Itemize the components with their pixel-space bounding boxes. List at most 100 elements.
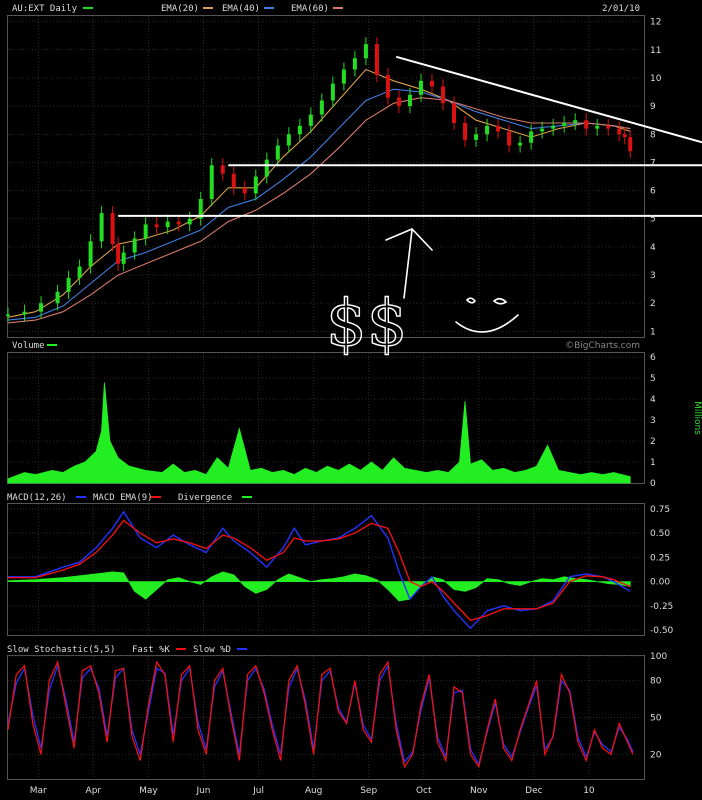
price-y-tick: 11 xyxy=(650,46,661,56)
stoch-y-tick: 50 xyxy=(650,714,662,724)
macd-ema-title: MACD EMA(9) xyxy=(93,493,153,503)
divergence-title: Divergence xyxy=(178,493,232,503)
stoch-y-tick: 100 xyxy=(650,652,667,662)
price-candle xyxy=(22,311,27,315)
price-candle xyxy=(363,44,368,59)
price-candle xyxy=(496,125,501,132)
price-candle xyxy=(407,94,412,107)
price-candle xyxy=(441,86,446,104)
volume-y-tick: 3 xyxy=(650,416,656,426)
stoch-title: Slow Stochastic(5,5) xyxy=(7,645,115,655)
ema40-label: EMA(40) xyxy=(222,4,260,14)
volume-y-tick: 0 xyxy=(650,479,656,489)
date-label: 2/01/10 xyxy=(602,4,640,14)
volume-title: Volume xyxy=(12,341,45,351)
volume-y-tick: 6 xyxy=(650,353,656,363)
price-candle xyxy=(231,173,236,188)
volume-ylabel: Millions xyxy=(692,401,702,435)
price-candle xyxy=(308,114,313,126)
x-tick-label: Sep xyxy=(360,786,377,796)
price-candle xyxy=(529,131,534,143)
stoch-slow-title: Slow %D xyxy=(193,645,231,655)
price-candle xyxy=(176,221,181,225)
price-candle xyxy=(595,125,600,129)
price-candle xyxy=(507,131,512,146)
price-candle xyxy=(110,213,115,245)
price-candle xyxy=(606,125,611,129)
price-candle xyxy=(187,218,192,225)
volume-y-tick: 2 xyxy=(650,437,656,447)
macd-y-tick: -0.25 xyxy=(650,602,673,612)
x-tick-label: Jun xyxy=(195,786,210,796)
price-candle xyxy=(352,58,357,70)
price-candle xyxy=(562,123,567,126)
price-candle xyxy=(154,224,159,228)
x-tick-label: Mar xyxy=(30,786,47,796)
price-candle xyxy=(66,277,71,292)
macd-y-tick: 0.50 xyxy=(650,529,670,539)
price-candle xyxy=(551,125,556,129)
price-candle xyxy=(463,123,468,140)
price-candle xyxy=(474,134,479,140)
price-y-tick: 9 xyxy=(650,102,656,112)
price-candle xyxy=(6,314,10,316)
macd-y-tick: -0.50 xyxy=(650,626,674,636)
x-tick-label: Jul xyxy=(252,786,264,796)
price-candle xyxy=(341,69,346,84)
price-y-tick: 5 xyxy=(650,215,656,225)
price-candle xyxy=(385,75,390,98)
price-candle xyxy=(297,125,302,135)
price-candle xyxy=(617,128,622,135)
price-candle xyxy=(220,165,225,174)
price-candle xyxy=(330,83,335,101)
ema20-label: EMA(20) xyxy=(161,4,199,14)
price-candle xyxy=(396,97,401,107)
x-tick-label: Dec xyxy=(525,786,542,796)
price-candle xyxy=(540,128,545,132)
x-tick-label: Oct xyxy=(416,786,432,796)
price-candle xyxy=(253,176,258,194)
price-y-tick: 7 xyxy=(650,158,656,168)
price-candle xyxy=(518,142,523,146)
volume-y-tick: 5 xyxy=(650,374,656,384)
price-candle xyxy=(584,120,589,129)
price-candle xyxy=(132,238,137,253)
volume-y-tick: 1 xyxy=(650,458,656,468)
x-tick-label: May xyxy=(139,786,158,796)
price-candle xyxy=(418,80,423,95)
price-candle xyxy=(209,165,214,200)
price-y-tick: 3 xyxy=(650,271,656,281)
price-candle xyxy=(286,134,291,146)
price-y-tick: 2 xyxy=(650,299,656,309)
price-y-tick: 10 xyxy=(650,74,662,84)
price-candle xyxy=(116,244,121,264)
price-candle xyxy=(573,120,578,123)
volume-y-tick: 4 xyxy=(650,395,656,405)
price-candle xyxy=(77,266,82,278)
price-candle xyxy=(88,241,93,267)
price-candle xyxy=(264,159,269,177)
price-y-tick: 8 xyxy=(650,130,656,140)
price-candle xyxy=(143,224,148,239)
price-candle xyxy=(622,134,627,138)
price-candle xyxy=(55,291,60,304)
price-candle xyxy=(242,187,247,194)
dollar-signs-handwriting: $$ xyxy=(326,287,407,361)
price-y-tick: 4 xyxy=(650,243,656,253)
price-candle xyxy=(275,145,280,160)
stoch-y-tick: 80 xyxy=(650,677,662,687)
price-candle xyxy=(319,100,324,115)
symbol-label: AU:EXT Daily xyxy=(12,4,78,14)
price-y-tick: 1 xyxy=(650,327,656,337)
price-candle xyxy=(165,221,170,228)
macd-y-tick: 0.00 xyxy=(650,578,670,588)
x-tick-label: Aug xyxy=(305,786,323,796)
price-candle xyxy=(39,303,44,312)
price-candle xyxy=(628,137,633,152)
price-candle xyxy=(430,80,434,87)
stoch-y-tick: 20 xyxy=(650,750,662,760)
x-tick-label: Apr xyxy=(86,786,102,796)
macd-title: MACD(12,26) xyxy=(7,493,67,503)
price-y-tick: 12 xyxy=(650,18,661,28)
price-candle xyxy=(452,103,457,123)
